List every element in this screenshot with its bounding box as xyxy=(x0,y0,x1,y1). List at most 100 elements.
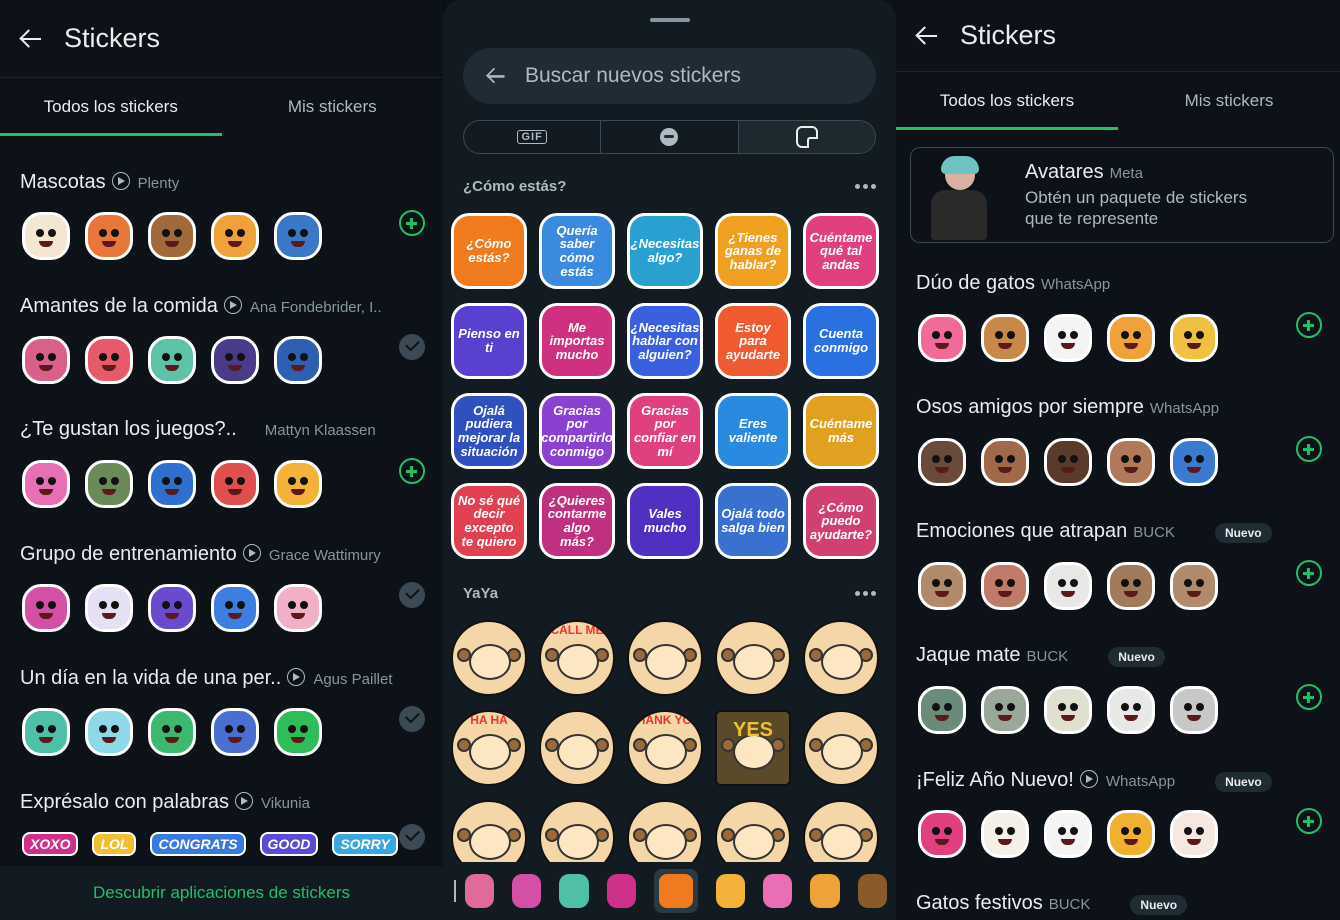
tray-pack-icon[interactable] xyxy=(810,874,840,908)
sticker[interactable] xyxy=(148,212,196,260)
sticker[interactable] xyxy=(918,810,966,858)
text-sticker[interactable]: Cuenta conmigo xyxy=(803,303,879,379)
sticker[interactable] xyxy=(1044,438,1092,486)
tray-pack-icon[interactable] xyxy=(653,869,698,913)
text-sticker[interactable]: ¿Cómo puedo ayudarte? xyxy=(803,483,879,559)
text-sticker[interactable]: ¿Quieres contarme algo más? xyxy=(539,483,615,559)
sticker-pack-row[interactable]: Osos amigos por siempre WhatsApp xyxy=(896,396,1340,486)
sticker-pack-row[interactable]: Dúo de gatos WhatsApp xyxy=(896,272,1340,362)
sticker[interactable] xyxy=(22,708,70,756)
add-pack-icon[interactable] xyxy=(1296,436,1322,462)
text-sticker[interactable]: Cuéntame qué tal andas xyxy=(803,213,879,289)
add-pack-icon[interactable] xyxy=(1296,560,1322,586)
text-sticker[interactable]: Ojalá pudiera mejorar la situación xyxy=(451,393,527,469)
text-sticker[interactable]: No sé qué decir excepto te quiero xyxy=(451,483,527,559)
add-pack-icon[interactable] xyxy=(1296,808,1322,834)
sticker[interactable] xyxy=(1107,562,1155,610)
sticker[interactable] xyxy=(148,460,196,508)
search-input[interactable] xyxy=(525,64,825,88)
sticker[interactable] xyxy=(918,438,966,486)
word-sticker[interactable]: LOL xyxy=(92,832,137,856)
sticker[interactable] xyxy=(148,336,196,384)
sticker[interactable] xyxy=(85,212,133,260)
sticker[interactable] xyxy=(274,336,322,384)
added-check-icon[interactable] xyxy=(399,582,425,608)
sticker[interactable] xyxy=(918,314,966,362)
tray-pack-icon[interactable] xyxy=(857,874,887,908)
sticker-pack-row[interactable]: Exprésalo con palabras Vikunia XOXO LOL CONG… xyxy=(0,790,443,856)
tray-pack-icon[interactable] xyxy=(715,874,746,908)
sticker-pack-row[interactable]: Un día en la vida de una per.. Agus Paill… xyxy=(0,666,443,756)
sticker[interactable] xyxy=(1044,686,1092,734)
play-icon[interactable] xyxy=(1079,770,1098,788)
text-sticker[interactable]: ¿Necesitas hablar con alguien? xyxy=(627,303,703,379)
tray-pack-icon[interactable] xyxy=(606,874,636,908)
text-sticker[interactable]: Gracias por confiar en mí xyxy=(627,393,703,469)
text-sticker[interactable]: ¿Cómo estás? xyxy=(451,213,527,289)
tab-all-stickers[interactable]: Todos los stickers xyxy=(0,78,222,136)
added-check-icon[interactable] xyxy=(399,824,425,850)
sticker[interactable] xyxy=(85,584,133,632)
add-pack-icon[interactable] xyxy=(399,458,425,484)
tray-scroll-icon[interactable] xyxy=(445,880,456,902)
sticker[interactable] xyxy=(148,708,196,756)
drag-handle[interactable] xyxy=(649,18,690,22)
sticker[interactable] xyxy=(22,584,70,632)
monkey-sticker[interactable]: HA HA xyxy=(451,710,527,786)
sticker[interactable] xyxy=(85,708,133,756)
sticker[interactable] xyxy=(274,584,322,632)
search-bar[interactable] xyxy=(463,48,876,104)
tab-all-stickers[interactable]: Todos los stickers xyxy=(896,72,1118,130)
text-sticker[interactable]: Gracias por compartirlo conmigo xyxy=(539,393,615,469)
sticker[interactable] xyxy=(1170,438,1218,486)
monkey-sticker[interactable] xyxy=(715,620,791,696)
gif-tab[interactable]: GIF xyxy=(464,121,602,153)
back-arrow-icon[interactable] xyxy=(18,26,44,52)
tray-pack-icon[interactable] xyxy=(763,874,793,908)
sticker[interactable] xyxy=(211,212,259,260)
monkey-sticker[interactable] xyxy=(803,620,879,696)
sticker[interactable] xyxy=(211,584,259,632)
word-sticker[interactable]: CONGRATS xyxy=(150,832,246,856)
sticker[interactable] xyxy=(274,708,322,756)
sticker[interactable] xyxy=(981,438,1029,486)
sticker[interactable] xyxy=(981,686,1029,734)
avatar-pack-card[interactable]: Avatares Meta Obtén un paquete de sticker… xyxy=(910,147,1334,243)
sticker[interactable] xyxy=(981,810,1029,858)
sticker[interactable] xyxy=(211,336,259,384)
sticker[interactable] xyxy=(274,460,322,508)
sticker[interactable] xyxy=(981,314,1029,362)
tray-pack-icon[interactable] xyxy=(464,874,494,908)
sticker-pack-row[interactable]: Emociones que atrapan BUCK Nuevo xyxy=(896,520,1340,610)
play-icon[interactable] xyxy=(223,296,242,314)
sticker-pack-row[interactable]: Grupo de entrenamiento Grace Wattimury xyxy=(0,542,443,632)
sticker[interactable] xyxy=(1044,810,1092,858)
play-icon[interactable] xyxy=(242,544,261,562)
monkey-sticker[interactable] xyxy=(539,710,615,786)
sticker-pack-row[interactable]: ¡Feliz Año Nuevo! WhatsApp Nuevo xyxy=(896,768,1340,858)
sticker[interactable] xyxy=(1107,438,1155,486)
sticker[interactable] xyxy=(211,708,259,756)
text-sticker[interactable]: Vales mucho xyxy=(627,483,703,559)
add-pack-icon[interactable] xyxy=(1296,312,1322,338)
sticker[interactable] xyxy=(1170,686,1218,734)
text-sticker[interactable]: Eres valiente xyxy=(715,393,791,469)
monkey-sticker[interactable] xyxy=(451,620,527,696)
avatar-tab[interactable] xyxy=(601,121,739,153)
sticker[interactable] xyxy=(22,212,70,260)
sticker-tab[interactable] xyxy=(738,121,875,153)
discover-apps-link[interactable]: Descubrir aplicaciones de stickers xyxy=(0,866,443,920)
sticker[interactable] xyxy=(1107,686,1155,734)
sticker[interactable] xyxy=(1107,314,1155,362)
added-check-icon[interactable] xyxy=(399,706,425,732)
add-pack-icon[interactable] xyxy=(1296,684,1322,710)
sticker-pack-row[interactable]: ¿Te gustan los juegos?.. Mattyn Klaassen xyxy=(0,418,443,508)
sticker[interactable] xyxy=(211,460,259,508)
sticker-pack-row[interactable]: Gatos festivos BUCK Nuevo xyxy=(896,892,1340,920)
sticker[interactable] xyxy=(981,562,1029,610)
sticker[interactable] xyxy=(918,562,966,610)
word-sticker[interactable]: GOOD xyxy=(259,832,319,856)
sticker[interactable] xyxy=(22,336,70,384)
sticker[interactable] xyxy=(1170,562,1218,610)
text-sticker[interactable]: Quería saber cómo estás xyxy=(539,213,615,289)
